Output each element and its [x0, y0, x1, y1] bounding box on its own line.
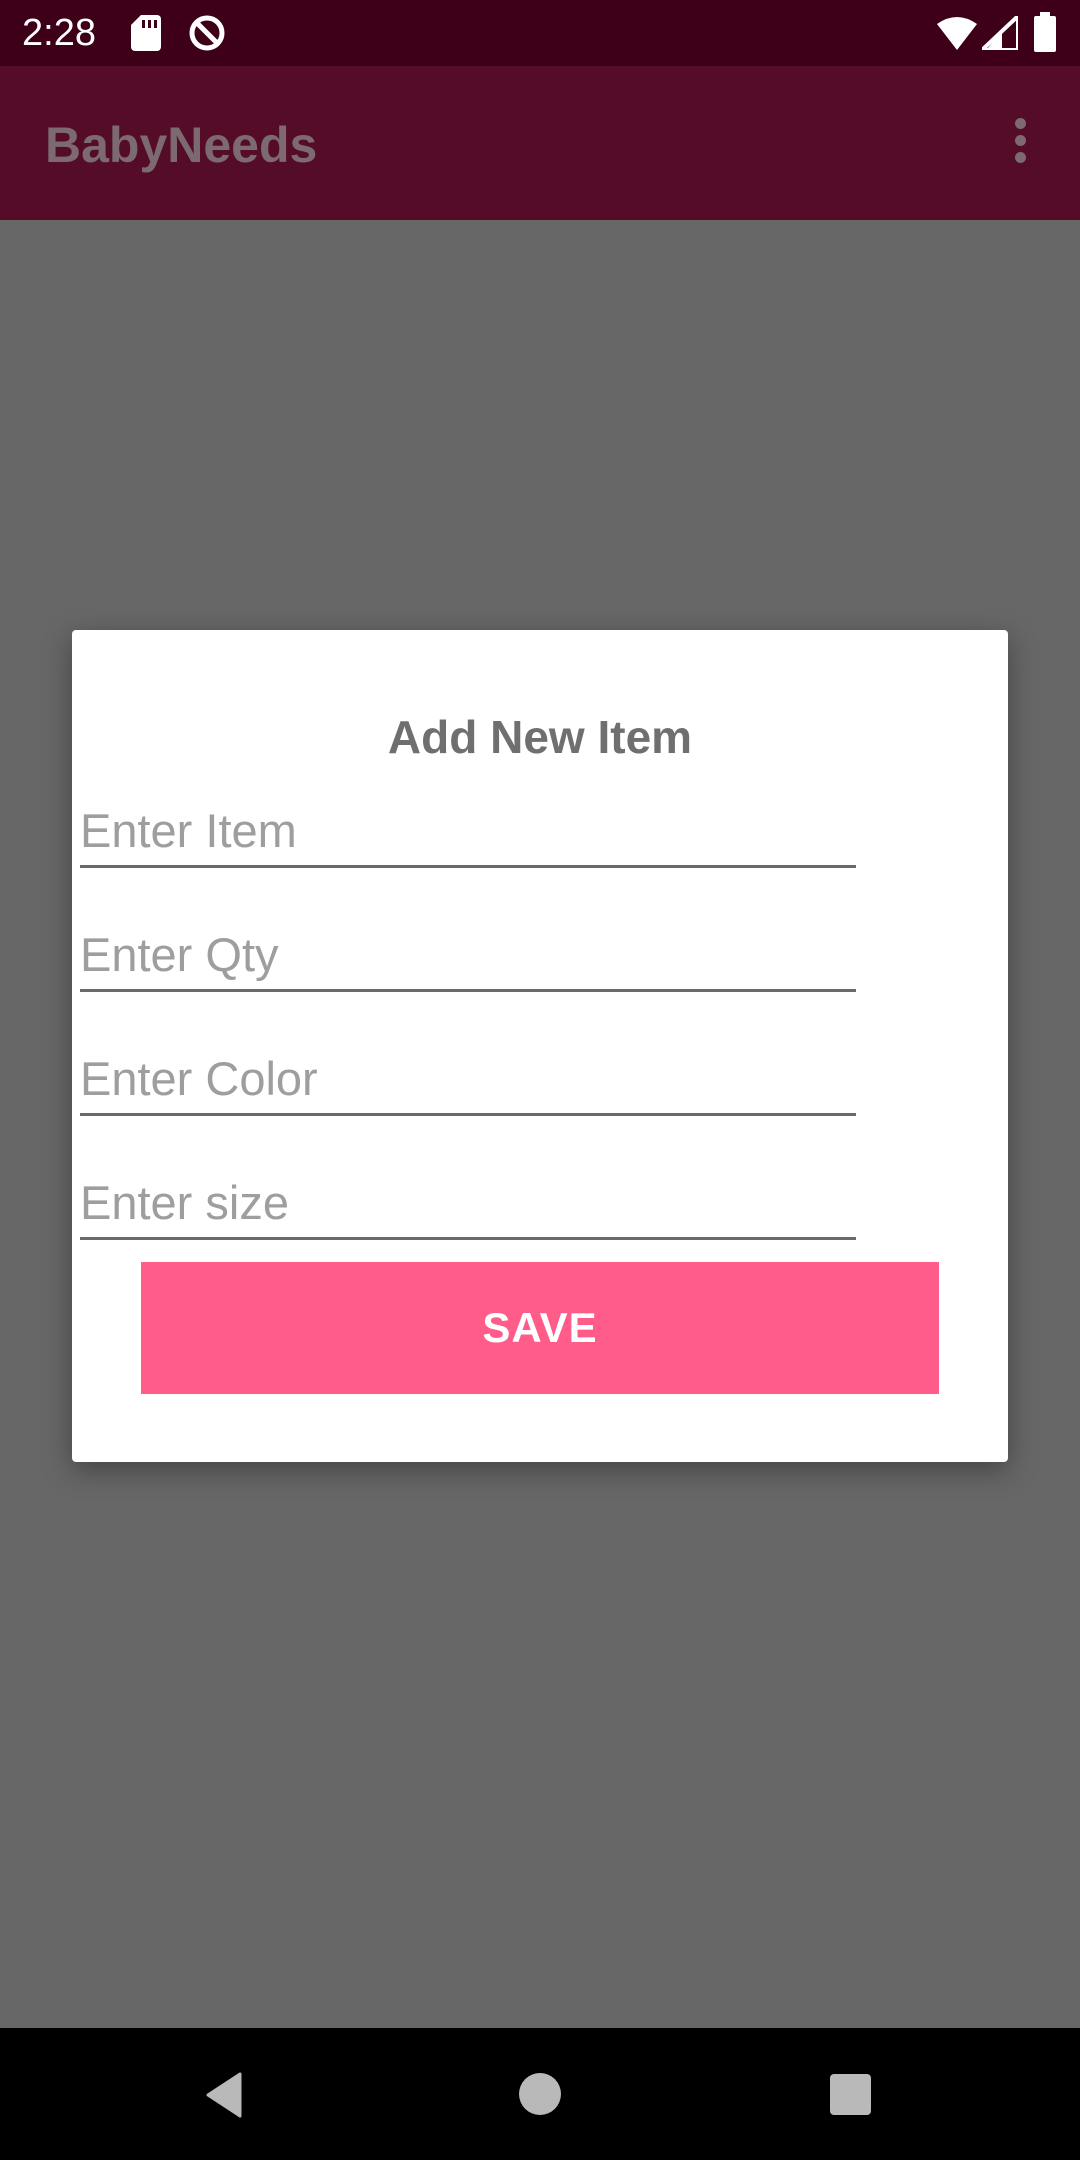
save-button[interactable]: SAVE: [141, 1262, 939, 1394]
signal-icon: [982, 16, 1018, 50]
back-icon[interactable]: [204, 2072, 244, 2118]
recents-icon[interactable]: [830, 2074, 871, 2115]
wifi-icon: [937, 17, 977, 50]
color-field[interactable]: [80, 1043, 856, 1116]
navigation-bar: [0, 2028, 1080, 2160]
item-field[interactable]: [80, 795, 856, 868]
status-bar: 2:28: [0, 0, 1080, 66]
dialog-title: Add New Item: [387, 711, 693, 763]
sync-icon: [189, 15, 225, 51]
app-bar: BabyNeeds: [0, 66, 1080, 220]
item-input[interactable]: [80, 795, 856, 865]
qty-input[interactable]: [80, 919, 856, 989]
qty-field[interactable]: [80, 919, 856, 992]
sd-card-icon: [131, 15, 161, 51]
color-input[interactable]: [80, 1043, 856, 1113]
overflow-menu-icon[interactable]: [1000, 118, 1040, 178]
size-input[interactable]: [80, 1167, 856, 1237]
size-field[interactable]: [80, 1167, 856, 1240]
status-time: 2:28: [22, 12, 96, 54]
app-title: BabyNeeds: [45, 117, 318, 173]
home-icon[interactable]: [519, 2073, 561, 2115]
battery-icon: [1034, 12, 1056, 52]
